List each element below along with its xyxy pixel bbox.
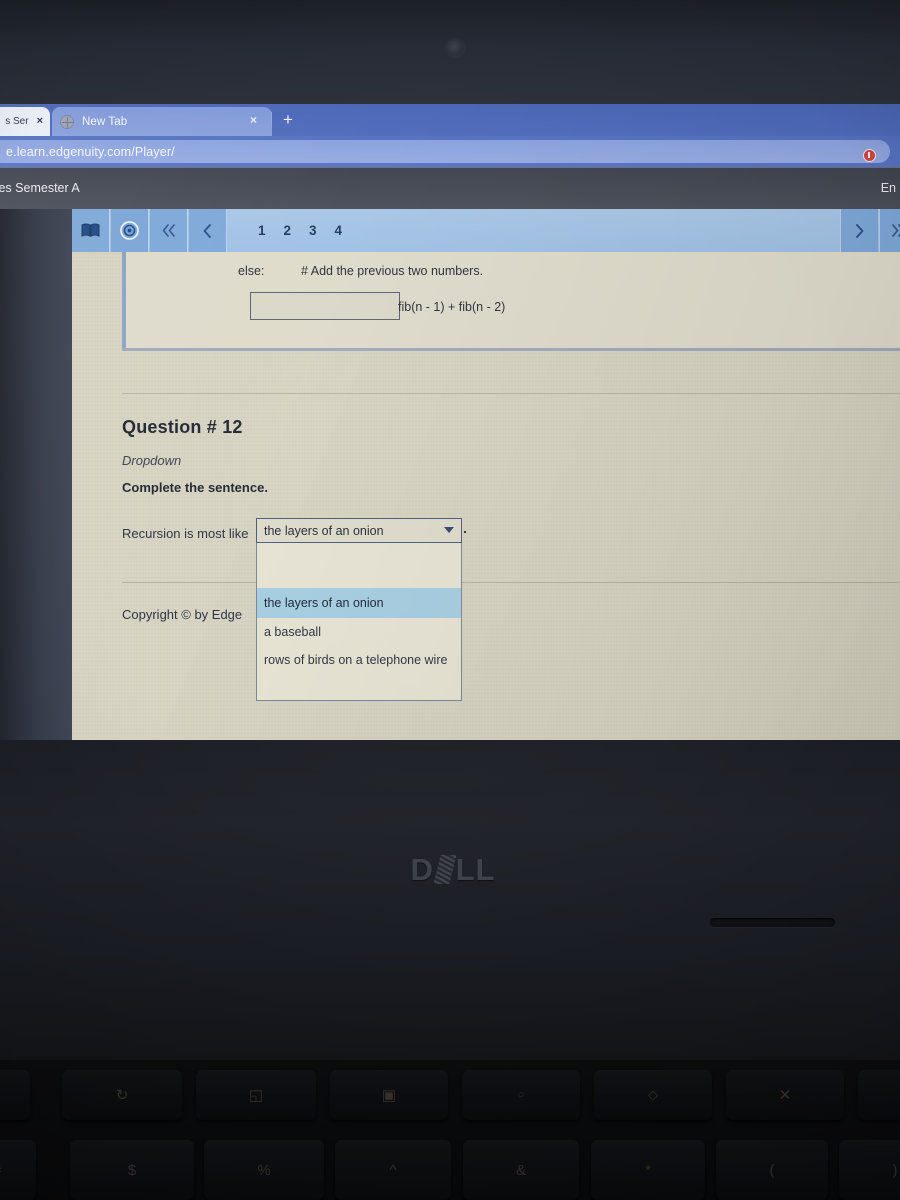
key-num-hash[interactable]: # (0, 1140, 36, 1200)
mute-icon: ✕ (778, 1087, 792, 1104)
dell-logo-ll: LL (455, 852, 496, 887)
first-page-button[interactable] (150, 209, 188, 252)
course-header-right-label: En (880, 181, 896, 195)
page-number-3[interactable]: 3 (309, 223, 317, 238)
keyboard-number-row: # $ % ^ & * ( ) (0, 1140, 900, 1200)
address-bar[interactable]: e.learn.edgenuity.com/Player/ (0, 140, 890, 163)
reload-icon: ↻ (0, 1086, 1, 1104)
divider-bottom (122, 582, 900, 583)
dropdown-selected-value: the layers of an onion (264, 523, 384, 538)
reload-icon: ↻ (115, 1087, 129, 1104)
screen: s Ser × New Tab × + e.learn.edgenuity.co… (0, 104, 900, 740)
dropdown-option-onion[interactable]: the layers of an onion (257, 588, 461, 618)
key-fn-7[interactable] (858, 1070, 900, 1120)
brightness-up-icon: ◇ (648, 1087, 658, 1102)
last-page-button[interactable] (879, 209, 900, 252)
next-page-button[interactable] (840, 209, 878, 252)
double-chevron-left-icon (162, 224, 175, 237)
course-header-bar: inciples Semester A En (0, 167, 900, 209)
page-info-icon[interactable] (863, 149, 876, 162)
code-comment: # Add the previous two numbers. (301, 264, 484, 278)
globe-favicon-icon (60, 114, 74, 129)
key-fn-1[interactable]: ↻ (62, 1070, 182, 1120)
record-button[interactable] (111, 209, 149, 252)
key-num-asterisk[interactable]: * (591, 1140, 705, 1200)
close-icon[interactable]: × (37, 116, 43, 127)
question-type-label: Dropdown (122, 453, 182, 468)
tab-divider (271, 112, 272, 127)
key-fn-5[interactable]: ◇ (594, 1070, 712, 1120)
player-toolbar: 1 2 3 4 (72, 209, 900, 252)
browser-tab-active[interactable]: New Tab (52, 107, 272, 136)
code-keyword-else: else: (238, 264, 265, 278)
tab-label-active: New Tab (82, 115, 128, 128)
code-block: else: # Add the previous two numbers. fi… (122, 252, 900, 348)
new-tab-button[interactable]: + (283, 111, 293, 128)
book-icon (81, 223, 100, 237)
key-fn-6[interactable]: ✕ (726, 1070, 844, 1120)
key-fn-4[interactable]: ○ (462, 1070, 580, 1120)
key-num-amp[interactable]: & (463, 1140, 579, 1200)
page-number-list: 1 2 3 4 (258, 209, 342, 252)
page-number-4[interactable]: 4 (335, 223, 343, 238)
laptop-top-bezel (0, 0, 900, 104)
divider-top (122, 393, 900, 394)
ebook-button[interactable] (72, 209, 110, 252)
key-num-caret[interactable]: ^ (335, 1140, 451, 1200)
chevron-right-icon (856, 223, 864, 238)
question-prompt: Complete the sentence. (122, 480, 268, 495)
laptop-photo: s Ser × New Tab × + e.learn.edgenuity.co… (0, 0, 900, 1200)
question-number: Question # 12 (122, 417, 243, 437)
target-icon (120, 221, 139, 240)
sentence-period (464, 531, 466, 533)
double-chevron-right-icon (892, 224, 900, 237)
code-answer-input[interactable] (250, 292, 400, 320)
keyboard-function-row: ↻ ↻ ◱ ▣ ○ ◇ ✕ (0, 1070, 900, 1120)
dropdown-option-list-lower[interactable]: a baseball rows of birds on a telephone … (256, 618, 462, 701)
key-num-percent[interactable]: % (204, 1140, 324, 1200)
dell-logo-d: D (410, 852, 434, 887)
fullscreen-icon: ◱ (248, 1087, 264, 1104)
key-num-paren-close[interactable]: ) (839, 1140, 900, 1200)
dropdown-option-baseball[interactable]: a baseball (257, 618, 461, 646)
page-number-2[interactable]: 2 (284, 223, 292, 238)
dropdown-option-list-upper[interactable]: the layers of an onion (256, 543, 462, 618)
tab-label-inactive: s Ser (5, 116, 29, 127)
answer-dropdown[interactable]: the layers of an onion (256, 518, 462, 543)
close-icon-active-tab[interactable]: × (250, 114, 257, 126)
chevron-down-icon[interactable] (444, 527, 454, 533)
code-expression: fib(n - 1) + fib(n - 2) (398, 300, 506, 314)
dropdown-option-blank[interactable] (257, 543, 461, 588)
previous-page-button[interactable] (189, 209, 227, 252)
lesson-content: else: # Add the previous two numbers. fi… (72, 252, 900, 740)
browser-tab-inactive[interactable]: s Ser × (0, 107, 50, 136)
omnibox-row: e.learn.edgenuity.com/Player/ (0, 136, 900, 167)
url-text: e.learn.edgenuity.com/Player/ (6, 144, 175, 159)
page-number-1[interactable]: 1 (258, 223, 266, 238)
laptop-lower-body (0, 740, 900, 1200)
brightness-down-icon: ○ (517, 1089, 525, 1101)
overview-icon: ▣ (381, 1087, 397, 1104)
key-num-dollar[interactable]: $ (70, 1140, 194, 1200)
question-sentence-prefix: Recursion is most like (122, 526, 249, 541)
key-fn-3[interactable]: ▣ (330, 1070, 448, 1120)
dropdown-option-birds[interactable]: rows of birds on a telephone wire (257, 646, 461, 674)
browser-tab-strip: s Ser × New Tab × + (0, 104, 900, 136)
chevron-left-icon (203, 223, 211, 238)
key-fn-0[interactable]: ↻ (0, 1070, 30, 1120)
webcam-icon (447, 40, 463, 56)
course-title: inciples Semester A (0, 181, 80, 195)
key-num-paren-open[interactable]: ( (716, 1140, 828, 1200)
key-fn-2[interactable]: ◱ (196, 1070, 316, 1120)
speaker-slot (710, 918, 835, 927)
page-copyright: Copyright © by Edge (122, 607, 243, 622)
